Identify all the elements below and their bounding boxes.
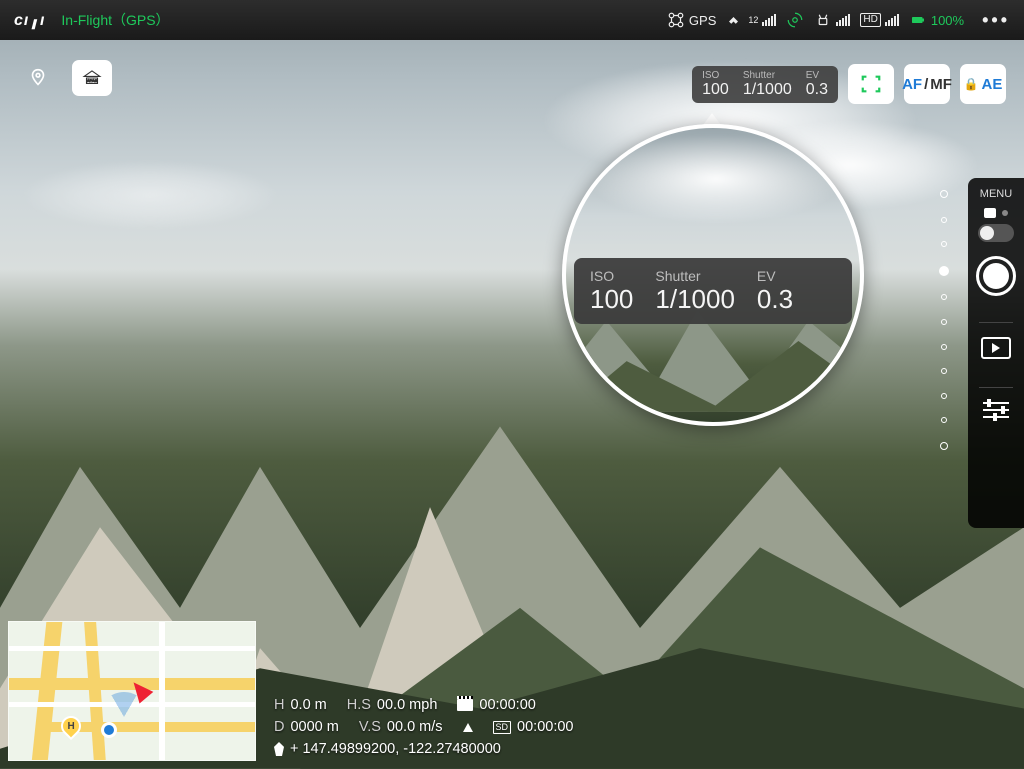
menu-button[interactable]: MENU: [980, 188, 1012, 200]
auto-takeoff-button[interactable]: [18, 60, 58, 96]
playback-button[interactable]: [981, 337, 1011, 359]
aircraft-position-icon: [101, 722, 117, 738]
altitude-label: H: [274, 697, 284, 713]
home-point-icon: H: [57, 712, 85, 740]
popup-shutter-value: 1/1000: [655, 284, 735, 314]
gps-signal-bars-icon: [762, 14, 776, 26]
flight-mode-indicator[interactable]: GPS: [667, 11, 716, 29]
location-pin-icon: [274, 742, 284, 756]
top-status-bar: cı╻ı In-Flight（GPS） GPS 12 HD 100% •••: [0, 0, 1024, 40]
slider-icon: [983, 416, 1009, 418]
battery-status[interactable]: 100%: [909, 11, 964, 29]
auto-focus-button[interactable]: [848, 64, 894, 104]
slider-icon: [983, 402, 1009, 404]
flight-status[interactable]: In-Flight（GPS）: [61, 10, 169, 30]
satellite-status[interactable]: 12: [726, 11, 776, 29]
popup-camera-settings-bar: ISO 100 Shutter 1/1000 EV 0.3: [574, 258, 852, 324]
rc-signal-status[interactable]: [814, 11, 850, 29]
shutter-value: 1/1000: [743, 81, 792, 99]
hspeed-label: H.S: [347, 697, 371, 713]
gps-coordinates: + 147.49899200, -122.27480000: [290, 741, 501, 757]
hd-signal-bars-icon: [885, 14, 899, 26]
af-text: AF: [902, 76, 922, 93]
af-mf-toggle[interactable]: AF/MF: [904, 64, 950, 104]
camera-settings-popup: ISO 100 Shutter 1/1000 EV 0.3: [562, 124, 864, 426]
video-icon: [1002, 210, 1008, 216]
general-settings-button[interactable]: •••: [982, 10, 1010, 31]
popup-shutter-label: Shutter: [655, 268, 735, 284]
minimap[interactable]: H: [8, 621, 256, 761]
iso-label: ISO: [702, 70, 729, 81]
apas-button[interactable]: APAS: [72, 60, 112, 96]
satellite-count: 12: [748, 15, 758, 25]
photo-video-indicator: [984, 208, 1008, 218]
hd-signal-status[interactable]: HD: [860, 13, 898, 27]
iso-value: 100: [702, 81, 729, 99]
camera-settings-button[interactable]: [983, 402, 1009, 418]
ev-value: 0.3: [806, 81, 828, 99]
popup-iso-value: 100: [590, 284, 633, 314]
shutter-label: Shutter: [743, 70, 792, 81]
camera-side-panel: MENU: [968, 178, 1024, 528]
clapperboard-icon: [457, 699, 473, 711]
shutter-button[interactable]: [976, 256, 1016, 296]
distance-label: D: [274, 719, 284, 735]
dji-logo: cı╻ı: [14, 10, 45, 30]
vspeed-value: 00.0 m/s: [387, 719, 443, 735]
sd-icon: SD: [493, 721, 512, 734]
svg-text:APAS: APAS: [87, 78, 98, 83]
obstacle-sensing-status[interactable]: [786, 11, 804, 29]
camera-settings-pill[interactable]: ISO 100 Shutter 1/1000 EV 0.3: [692, 66, 838, 103]
popup-ev-value: 0.3: [757, 284, 793, 314]
popup-iso-label: ISO: [590, 268, 633, 284]
arrow-up-icon: [463, 723, 473, 732]
gimbal-slider-handle[interactable]: [939, 266, 949, 276]
hspeed-value: 00.0 mph: [377, 697, 437, 713]
camera-icon: [984, 208, 996, 218]
slider-icon: [983, 409, 1009, 411]
gps-label: GPS: [689, 13, 716, 28]
mf-text: MF: [930, 76, 952, 93]
ae-text: AE: [982, 76, 1003, 93]
toggle-knob: [980, 226, 994, 240]
distance-value: 0000 m: [290, 719, 338, 735]
battery-percentage: 100%: [931, 13, 964, 28]
ae-lock-button[interactable]: 🔒AE: [960, 64, 1006, 104]
rc-signal-bars-icon: [836, 14, 850, 26]
play-icon: [992, 343, 1000, 353]
popup-ev-label: EV: [757, 268, 793, 284]
altitude-value: 0.0 m: [290, 697, 326, 713]
lock-icon: 🔒: [964, 77, 979, 91]
ev-label: EV: [806, 70, 828, 81]
vspeed-label: V.S: [359, 719, 381, 735]
hd-badge: HD: [860, 13, 880, 27]
record-time: 00:00:00: [479, 697, 535, 713]
gimbal-slider[interactable]: [934, 190, 954, 450]
photo-video-toggle[interactable]: [978, 224, 1014, 242]
telemetry-panel: H 0.0 m H.S 00.0 mph 00:00:00 D 0000 m V…: [274, 697, 573, 757]
sd-time: 00:00:00: [517, 719, 573, 735]
